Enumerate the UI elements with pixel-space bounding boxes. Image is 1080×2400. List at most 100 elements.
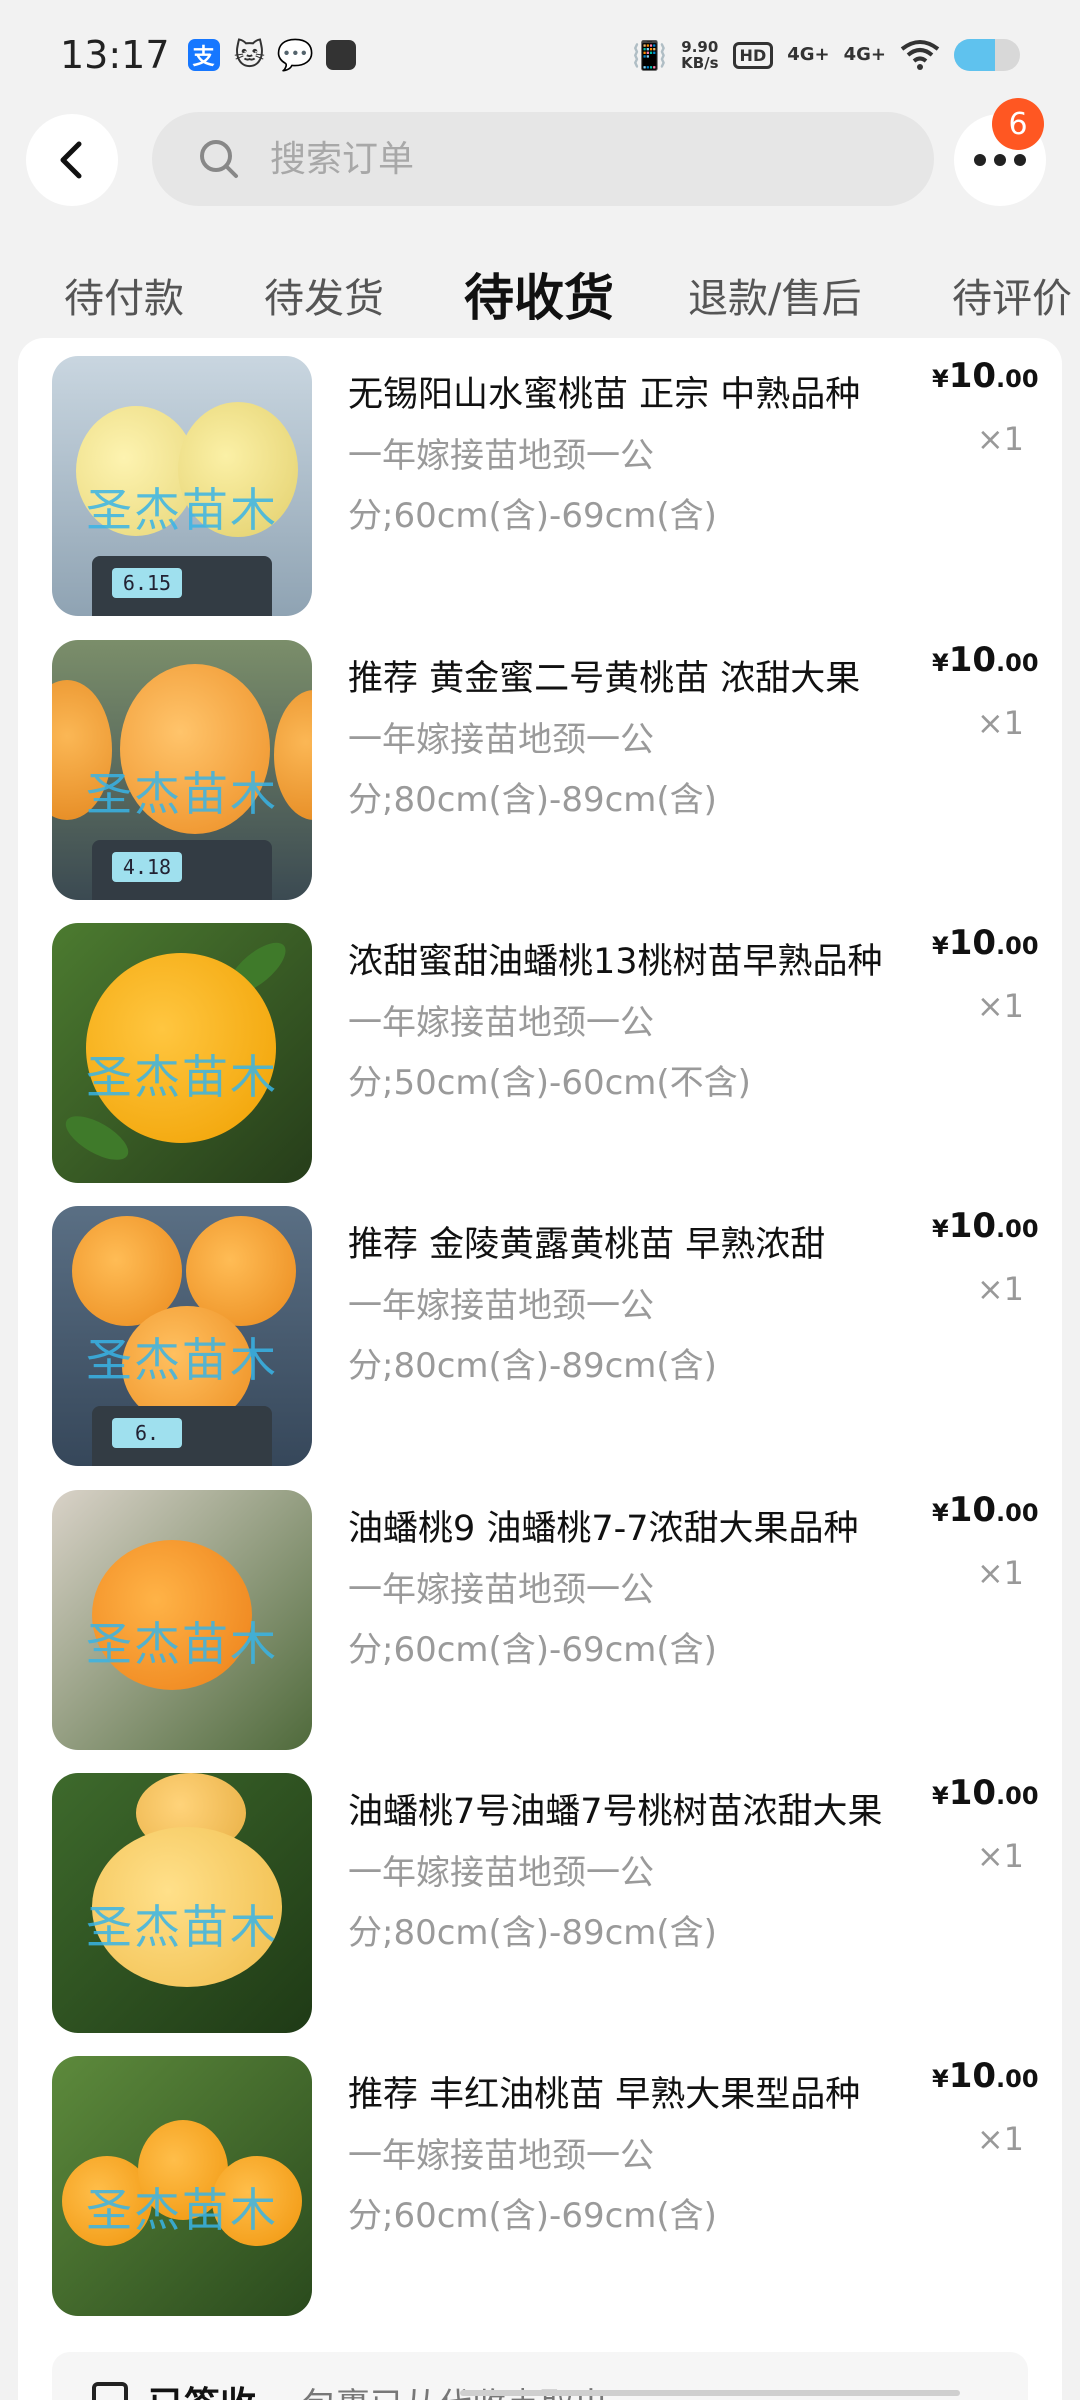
product-quantity: ×1 [976,1554,1024,1592]
price-integer: 10 [948,1490,997,1530]
product-quantity: ×1 [976,704,1024,742]
product-price: ¥10.00 [932,356,1039,396]
product-image[interactable]: 6.15 圣杰苗木 [52,356,312,616]
scale-display: 6. [112,1418,182,1448]
order-item[interactable]: 圣杰苗木 油蟠桃7号油蟠7号桃树苗浓甜大果 一年嫁接苗地颈一公分;80cm(含)… [52,1773,1052,2033]
more-dot [1014,154,1026,166]
product-image[interactable]: 圣杰苗木 [52,923,312,1183]
watermark: 圣杰苗木 [86,1050,278,1104]
tab-pending-shipment[interactable]: 待发货 [264,266,384,324]
status-time: 13:17 [60,33,170,77]
speed-unit: KB/s [681,54,719,72]
order-item[interactable]: 6.15 圣杰苗木 无锡阳山水蜜桃苗 正宗 中熟品种 一年嫁接苗地颈一公分;60… [52,356,1052,616]
speed-value: 9.90 [681,38,719,56]
search-header: 6 [0,98,1080,240]
product-image[interactable]: 4.18 圣杰苗木 [52,640,312,900]
price-currency: ¥ [932,649,949,677]
order-item[interactable]: 4.18 圣杰苗木 推荐 黄金蜜二号黄桃苗 浓甜大果 一年嫁接苗地颈一公分;80… [52,640,1052,900]
order-item[interactable]: 6. 圣杰苗木 推荐 金陵黄露黄桃苗 早熟浓甜 一年嫁接苗地颈一公分;80cm(… [52,1206,1052,1466]
order-item[interactable]: 圣杰苗木 推荐 丰红油桃苗 早熟大果型品种 一年嫁接苗地颈一公分;60cm(含)… [52,2056,1052,2316]
scroll-indicator [460,2390,960,2396]
wifi-icon [900,40,940,70]
product-quantity: ×1 [976,1837,1024,1875]
order-item[interactable]: 圣杰苗木 浓甜蜜甜油蟠桃13桃树苗早熟品种 一年嫁接苗地颈一公分;50cm(含)… [52,923,1052,1183]
order-item[interactable]: 圣杰苗木 油蟠桃9 油蟠桃7-7浓甜大果品种 一年嫁接苗地颈一公分;60cm(含… [52,1490,1052,1750]
battery-icon [954,39,1020,71]
wechat-icon: 💬 [276,37,315,73]
more-dot [974,154,986,166]
cat-icon: 🐱 [233,37,266,73]
product-image[interactable]: 圣杰苗木 [52,2056,312,2316]
watermark: 圣杰苗木 [86,2183,278,2237]
delivery-message: 包裹已从代收点取出 [302,2378,608,2400]
product-quantity: ×1 [976,1270,1024,1308]
price-decimal: .00 [996,1782,1039,1810]
search-input[interactable] [270,138,770,180]
price-integer: 10 [948,923,997,963]
product-title[interactable]: 推荐 金陵黄露黄桃苗 早熟浓甜 [348,1216,918,1267]
product-title[interactable]: 推荐 黄金蜜二号黄桃苗 浓甜大果 [348,650,918,701]
more-dot [994,154,1006,166]
price-integer: 10 [948,356,997,396]
product-spec: 一年嫁接苗地颈一公分;60cm(含)-69cm(含) [348,2136,717,2236]
watermark: 圣杰苗木 [86,483,278,537]
product-quantity: ×1 [976,987,1024,1025]
battery-fill [954,39,995,71]
tab-pending-payment[interactable]: 待付款 [64,266,184,324]
search-icon [200,140,238,178]
product-image[interactable]: 6. 圣杰苗木 [52,1206,312,1466]
status-bar: 13:17 支 🐱 💬 📳 9.90 KB/s HD 4G+ 4G+ [0,0,1080,110]
watermark: 圣杰苗木 [86,1333,278,1387]
signal-4g-icon-2: 4G+ [843,44,886,65]
notification-badge: 6 [992,98,1044,150]
tab-pending-review[interactable]: 待评价 [952,266,1072,324]
product-title[interactable]: 推荐 丰红油桃苗 早熟大果型品种 [348,2066,918,2117]
price-integer: 10 [948,1206,997,1246]
product-spec: 一年嫁接苗地颈一公分;80cm(含)-89cm(含) [348,720,717,820]
product-image[interactable]: 圣杰苗木 [52,1490,312,1750]
alipay-icon: 支 [187,39,220,71]
tab-pending-receipt[interactable]: 待收货 [464,258,614,330]
scale-display: 6.15 [112,568,182,598]
product-price: ¥10.00 [932,640,1039,680]
price-decimal: .00 [996,365,1039,393]
product-image[interactable]: 圣杰苗木 [52,1773,312,2033]
product-price: ¥10.00 [932,923,1039,963]
network-speed: 9.90 KB/s [681,39,718,71]
price-decimal: .00 [996,932,1039,960]
price-currency: ¥ [932,1215,949,1243]
product-quantity: ×1 [976,2120,1024,2158]
price-decimal: .00 [996,1215,1039,1243]
product-spec: 一年嫁接苗地颈一公分;60cm(含)-69cm(含) [348,436,717,536]
price-integer: 10 [948,2056,997,2096]
watermark: 圣杰苗木 [86,767,278,821]
tab-refund-aftersale[interactable]: 退款/售后 [688,266,861,324]
product-title[interactable]: 油蟠桃7号油蟠7号桃树苗浓甜大果 [348,1783,918,1834]
product-quantity: ×1 [976,420,1024,458]
product-price: ¥10.00 [932,2056,1039,2096]
price-decimal: .00 [996,2065,1039,2093]
chevron-left-icon [60,141,82,179]
box-icon [325,40,356,70]
order-tabs: 待付款 待发货 待收货 退款/售后 待评价 [0,250,1080,340]
scale-display: 4.18 [112,852,182,882]
clipboard-icon [92,2382,128,2400]
product-title[interactable]: 无锡阳山水蜜桃苗 正宗 中熟品种 [348,366,918,417]
price-currency: ¥ [932,932,949,960]
product-title[interactable]: 油蟠桃9 油蟠桃7-7浓甜大果品种 [348,1500,918,1551]
product-price: ¥10.00 [932,1206,1039,1246]
price-currency: ¥ [932,365,949,393]
vibrate-icon: 📳 [632,38,668,72]
product-price: ¥10.00 [932,1490,1039,1530]
product-price: ¥10.00 [932,1773,1039,1813]
search-bar[interactable] [152,112,934,206]
product-spec: 一年嫁接苗地颈一公分;80cm(含)-89cm(含) [348,1853,717,1953]
hd-icon: HD [732,41,774,69]
price-decimal: .00 [996,649,1039,677]
watermark: 圣杰苗木 [86,1617,278,1671]
product-title[interactable]: 浓甜蜜甜油蟠桃13桃树苗早熟品种 [348,933,918,984]
price-currency: ¥ [932,2065,949,2093]
watermark: 圣杰苗木 [86,1900,278,1954]
back-button[interactable] [26,114,118,206]
signal-4g-icon: 4G+ [787,44,830,65]
